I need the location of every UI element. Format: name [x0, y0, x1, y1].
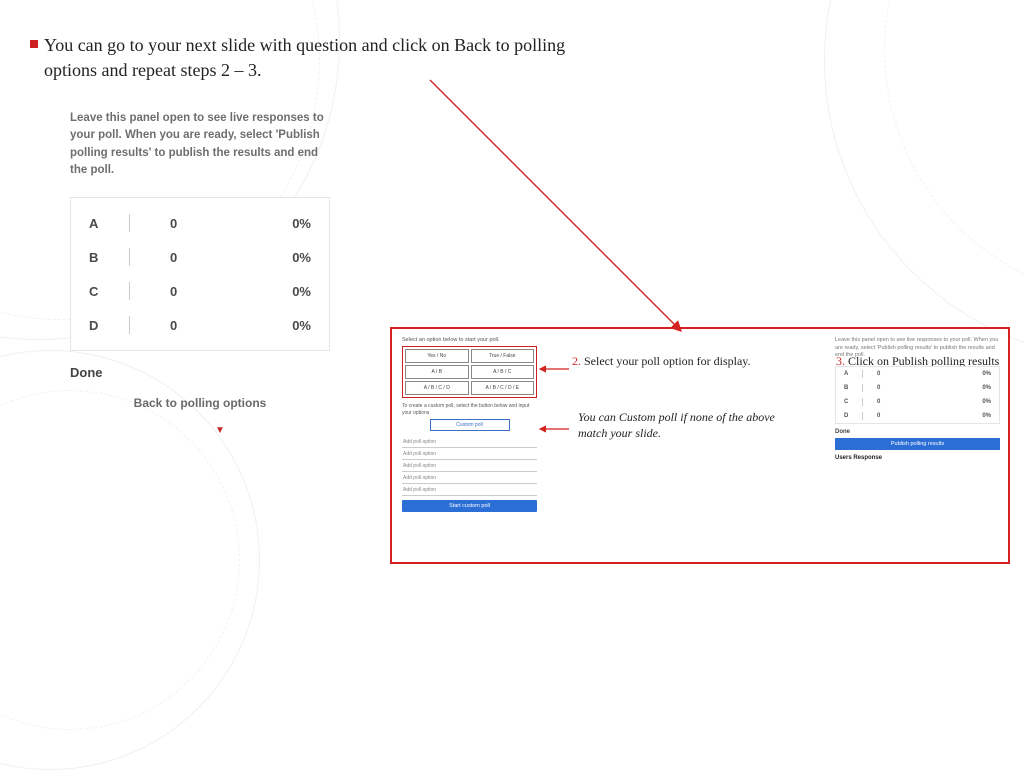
step-number: 2. [572, 354, 581, 368]
table-row: C 00% [836, 395, 999, 409]
option-label: C [89, 284, 129, 299]
poll-option-button[interactable]: A / B / C [471, 365, 535, 379]
publish-polling-results-button[interactable]: Publish polling results [835, 438, 1000, 450]
percent: 0% [261, 216, 311, 231]
option-label: C [844, 399, 862, 405]
percent: 0% [261, 318, 311, 333]
count: 0 [877, 413, 967, 419]
poll-option-button[interactable]: A / B [405, 365, 469, 379]
bullet-icon [30, 40, 38, 48]
table-row: B 00% [836, 381, 999, 395]
option-label: B [844, 385, 862, 391]
poll-option-button[interactable]: Yes / No [405, 349, 469, 363]
percent: 0% [261, 284, 311, 299]
option-label: D [844, 413, 862, 419]
panel-description: Leave this panel open to see live respon… [70, 110, 330, 179]
table-row: A 00% [836, 367, 999, 381]
count: 0 [170, 284, 261, 299]
poll-option-button[interactable]: A / B / C / D [405, 381, 469, 395]
option-label: A [844, 371, 862, 377]
step-text: Select your poll option for display. [581, 354, 751, 368]
triangle-down-icon: ▼ [215, 425, 225, 436]
poll-option-button[interactable]: True / False [471, 349, 535, 363]
option-label: D [89, 318, 129, 333]
done-label: Done [70, 365, 330, 380]
add-poll-option-input[interactable]: Add poll option [402, 472, 537, 484]
table-row: B 0 0% [71, 240, 329, 274]
done-label: Done [835, 429, 1000, 435]
percent: 0% [967, 371, 991, 377]
add-poll-option-input[interactable]: Add poll option [402, 484, 537, 496]
bullet-text: You can go to your next slide with quest… [44, 33, 590, 83]
divider [862, 398, 863, 406]
divider [129, 282, 130, 300]
divider [129, 316, 130, 334]
option-label: B [89, 250, 129, 265]
add-poll-option-input[interactable]: Add poll option [402, 448, 537, 460]
count: 0 [170, 318, 261, 333]
divider [862, 412, 863, 420]
publish-results-panel: Leave this panel open to see live respon… [835, 337, 1000, 461]
poll-option-grid: Yes / No True / False A / B A / B / C A … [402, 346, 537, 398]
table-row: D 00% [836, 409, 999, 423]
divider [862, 370, 863, 378]
count: 0 [877, 399, 967, 405]
step-2-text: 2. Select your poll option for display. [572, 353, 772, 369]
live-results-panel: Leave this panel open to see live respon… [70, 110, 330, 410]
table-row: D 0 0% [71, 308, 329, 342]
custom-poll-hint: To create a custom poll, select the butt… [402, 403, 537, 416]
poll-option-button[interactable]: A / B / C / D / E [471, 381, 535, 395]
results-table: A00% B00% C00% D00% [835, 366, 1000, 424]
custom-poll-button[interactable]: Custom poll [430, 419, 510, 431]
count: 0 [877, 371, 967, 377]
count: 0 [170, 216, 261, 231]
panel-description: Leave this panel open to see live respon… [835, 337, 1000, 360]
count: 0 [877, 385, 967, 391]
users-response-label: Users Response [835, 455, 1000, 461]
poll-options-panel: Select an option below to start your pol… [402, 337, 537, 512]
table-row: A 0 0% [71, 206, 329, 240]
results-table: A 0 0% B 0 0% C 0 0% D 0 0% [70, 197, 330, 351]
slide-bullet: You can go to your next slide with quest… [30, 33, 590, 83]
add-poll-option-input[interactable]: Add poll option [402, 460, 537, 472]
add-poll-option-input[interactable]: Add poll option [402, 436, 537, 448]
highlighted-steps-box: Select an option below to start your pol… [390, 327, 1010, 564]
count: 0 [170, 250, 261, 265]
percent: 0% [967, 399, 991, 405]
start-custom-poll-button[interactable]: Start custom poll [402, 500, 537, 512]
percent: 0% [967, 413, 991, 419]
option-label: A [89, 216, 129, 231]
percent: 0% [261, 250, 311, 265]
divider [129, 214, 130, 232]
table-row: C 0 0% [71, 274, 329, 308]
step-2-note: You can Custom poll if none of the above… [578, 409, 788, 441]
divider [862, 384, 863, 392]
divider [129, 248, 130, 266]
back-to-polling-link[interactable]: Back to polling options [70, 396, 330, 410]
percent: 0% [967, 385, 991, 391]
panel-header: Select an option below to start your pol… [402, 337, 537, 343]
